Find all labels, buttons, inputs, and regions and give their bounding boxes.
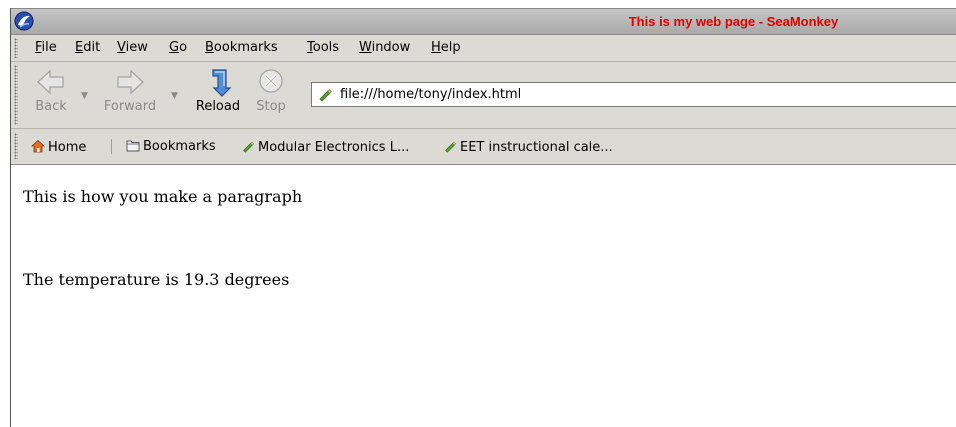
back-arrow-icon	[37, 69, 64, 95]
url-bar[interactable]: file:///home/tony/index.html	[311, 82, 956, 107]
bookmark-item-label: EET instructional cale...	[460, 140, 613, 155]
url-text[interactable]: file:///home/tony/index.html	[340, 87, 521, 102]
navbar-grip[interactable]	[14, 65, 18, 125]
menu-file[interactable]: File	[35, 40, 57, 55]
folder-icon	[126, 140, 140, 152]
back-label: Back	[35, 99, 67, 114]
bookmark-item-label: Modular Electronics L...	[258, 140, 410, 155]
menu-go[interactable]: Go	[169, 40, 187, 55]
bookmarks-toolbar-grip[interactable]	[14, 133, 18, 159]
title-bar[interactable]: This is my web page - SeaMonkey	[11, 9, 956, 35]
home-icon	[31, 139, 45, 153]
home-bookmark[interactable]: Home	[31, 139, 86, 155]
bookmark-item-eet-calendar[interactable]: EET instructional cale...	[443, 139, 613, 155]
menu-view[interactable]: View	[117, 40, 148, 55]
bookmark-page-icon	[445, 141, 457, 153]
back-button[interactable]: Back	[31, 66, 71, 114]
stop-button[interactable]: Stop	[253, 66, 289, 114]
forward-label: Forward	[103, 99, 157, 114]
forward-button[interactable]: Forward	[99, 66, 161, 114]
menu-window[interactable]: Window	[359, 40, 410, 55]
temperature-text: The temperature is 19.3 degrees	[23, 270, 290, 289]
navigation-toolbar: Back ▼ Forward ▼ Reload Stop file:///hom…	[11, 62, 956, 129]
menu-edit[interactable]: Edit	[75, 40, 100, 55]
menu-bar: File Edit View Go Bookmarks Tools Window…	[11, 35, 956, 62]
menu-tools[interactable]: Tools	[307, 40, 339, 55]
reload-icon	[212, 69, 232, 97]
home-label: Home	[48, 140, 87, 155]
back-dropdown-icon[interactable]: ▼	[81, 91, 88, 101]
forward-dropdown-icon[interactable]: ▼	[171, 91, 178, 101]
bookmarks-toolbar: Home Bookmarks Modular Electronics L... …	[11, 129, 956, 165]
bookmark-page-icon	[243, 141, 255, 153]
forward-arrow-icon	[117, 69, 144, 95]
bookmark-item-modular-electronics[interactable]: Modular Electronics L...	[241, 139, 409, 155]
reload-label: Reload	[195, 99, 241, 114]
bookmarks-folder-button[interactable]: Bookmarks	[126, 139, 216, 154]
seamonkey-app-icon[interactable]	[13, 10, 35, 32]
paragraph-text: This is how you make a paragraph	[23, 187, 303, 206]
reload-button[interactable]: Reload	[191, 66, 245, 114]
menubar-grip[interactable]	[14, 38, 18, 58]
page-content[interactable]: This is how you make a paragraph The tem…	[11, 165, 956, 427]
stop-label: Stop	[256, 99, 286, 114]
stop-icon	[259, 69, 283, 93]
menu-help[interactable]: Help	[431, 40, 461, 55]
menu-bookmarks[interactable]: Bookmarks	[205, 40, 278, 55]
bookmarks-folder-label: Bookmarks	[143, 139, 216, 154]
bookmarks-separator	[111, 139, 112, 154]
window-title: This is my web page - SeaMonkey	[628, 14, 839, 29]
page-proxy-icon[interactable]	[317, 86, 333, 102]
